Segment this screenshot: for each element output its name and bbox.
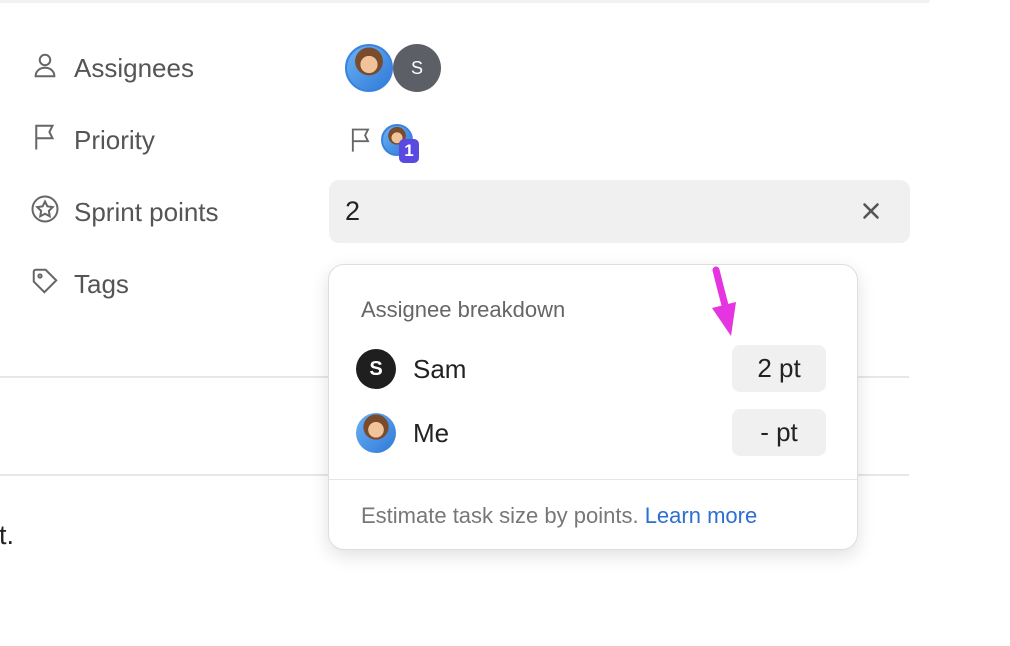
popup-footer: Estimate task size by points. Learn more (361, 503, 757, 529)
divider (329, 479, 857, 480)
popup-title: Assignee breakdown (361, 297, 566, 322)
property-sprint-points: Sprint points (30, 194, 219, 231)
assignees-label: Assignees (74, 53, 194, 83)
assignee-name: Sam (413, 354, 467, 384)
tags-label: Tags (74, 269, 129, 299)
points-chip[interactable]: - pt (732, 409, 826, 456)
property-priority: Priority (30, 122, 155, 159)
flag-icon (30, 122, 60, 159)
assignee-avatar-sam[interactable]: S (393, 44, 441, 92)
sprint-points-icon (30, 194, 60, 231)
property-assignees: Assignees (30, 50, 194, 87)
close-icon[interactable] (858, 198, 884, 224)
learn-more-link[interactable]: Learn more (645, 503, 758, 528)
sprint-points-label: Sprint points (74, 197, 219, 227)
list-item: Me - pt (356, 409, 826, 459)
annotation-arrow-icon (712, 266, 736, 336)
list-item: S Sam 2 pt (356, 345, 826, 395)
user-icon (30, 50, 60, 87)
avatar (356, 413, 396, 453)
description-text: t. (0, 520, 15, 550)
flag-icon[interactable] (347, 126, 375, 154)
avatar: S (356, 349, 396, 389)
priority-label: Priority (74, 125, 155, 155)
sprint-points-value[interactable]: 2 (345, 196, 360, 227)
priority-badge: 1 (399, 139, 419, 163)
assignee-breakdown-popup: Assignee breakdown S Sam 2 pt Me - pt Es… (328, 264, 858, 550)
tag-icon (30, 266, 60, 303)
assignee-avatar-me[interactable] (345, 44, 393, 92)
points-chip[interactable]: 2 pt (732, 345, 826, 392)
footer-text: Estimate task size by points. (361, 503, 639, 528)
assignee-name: Me (413, 418, 450, 448)
top-border (0, 0, 930, 3)
property-tags: Tags (30, 266, 129, 303)
sprint-points-input[interactable]: 2 (329, 180, 910, 243)
